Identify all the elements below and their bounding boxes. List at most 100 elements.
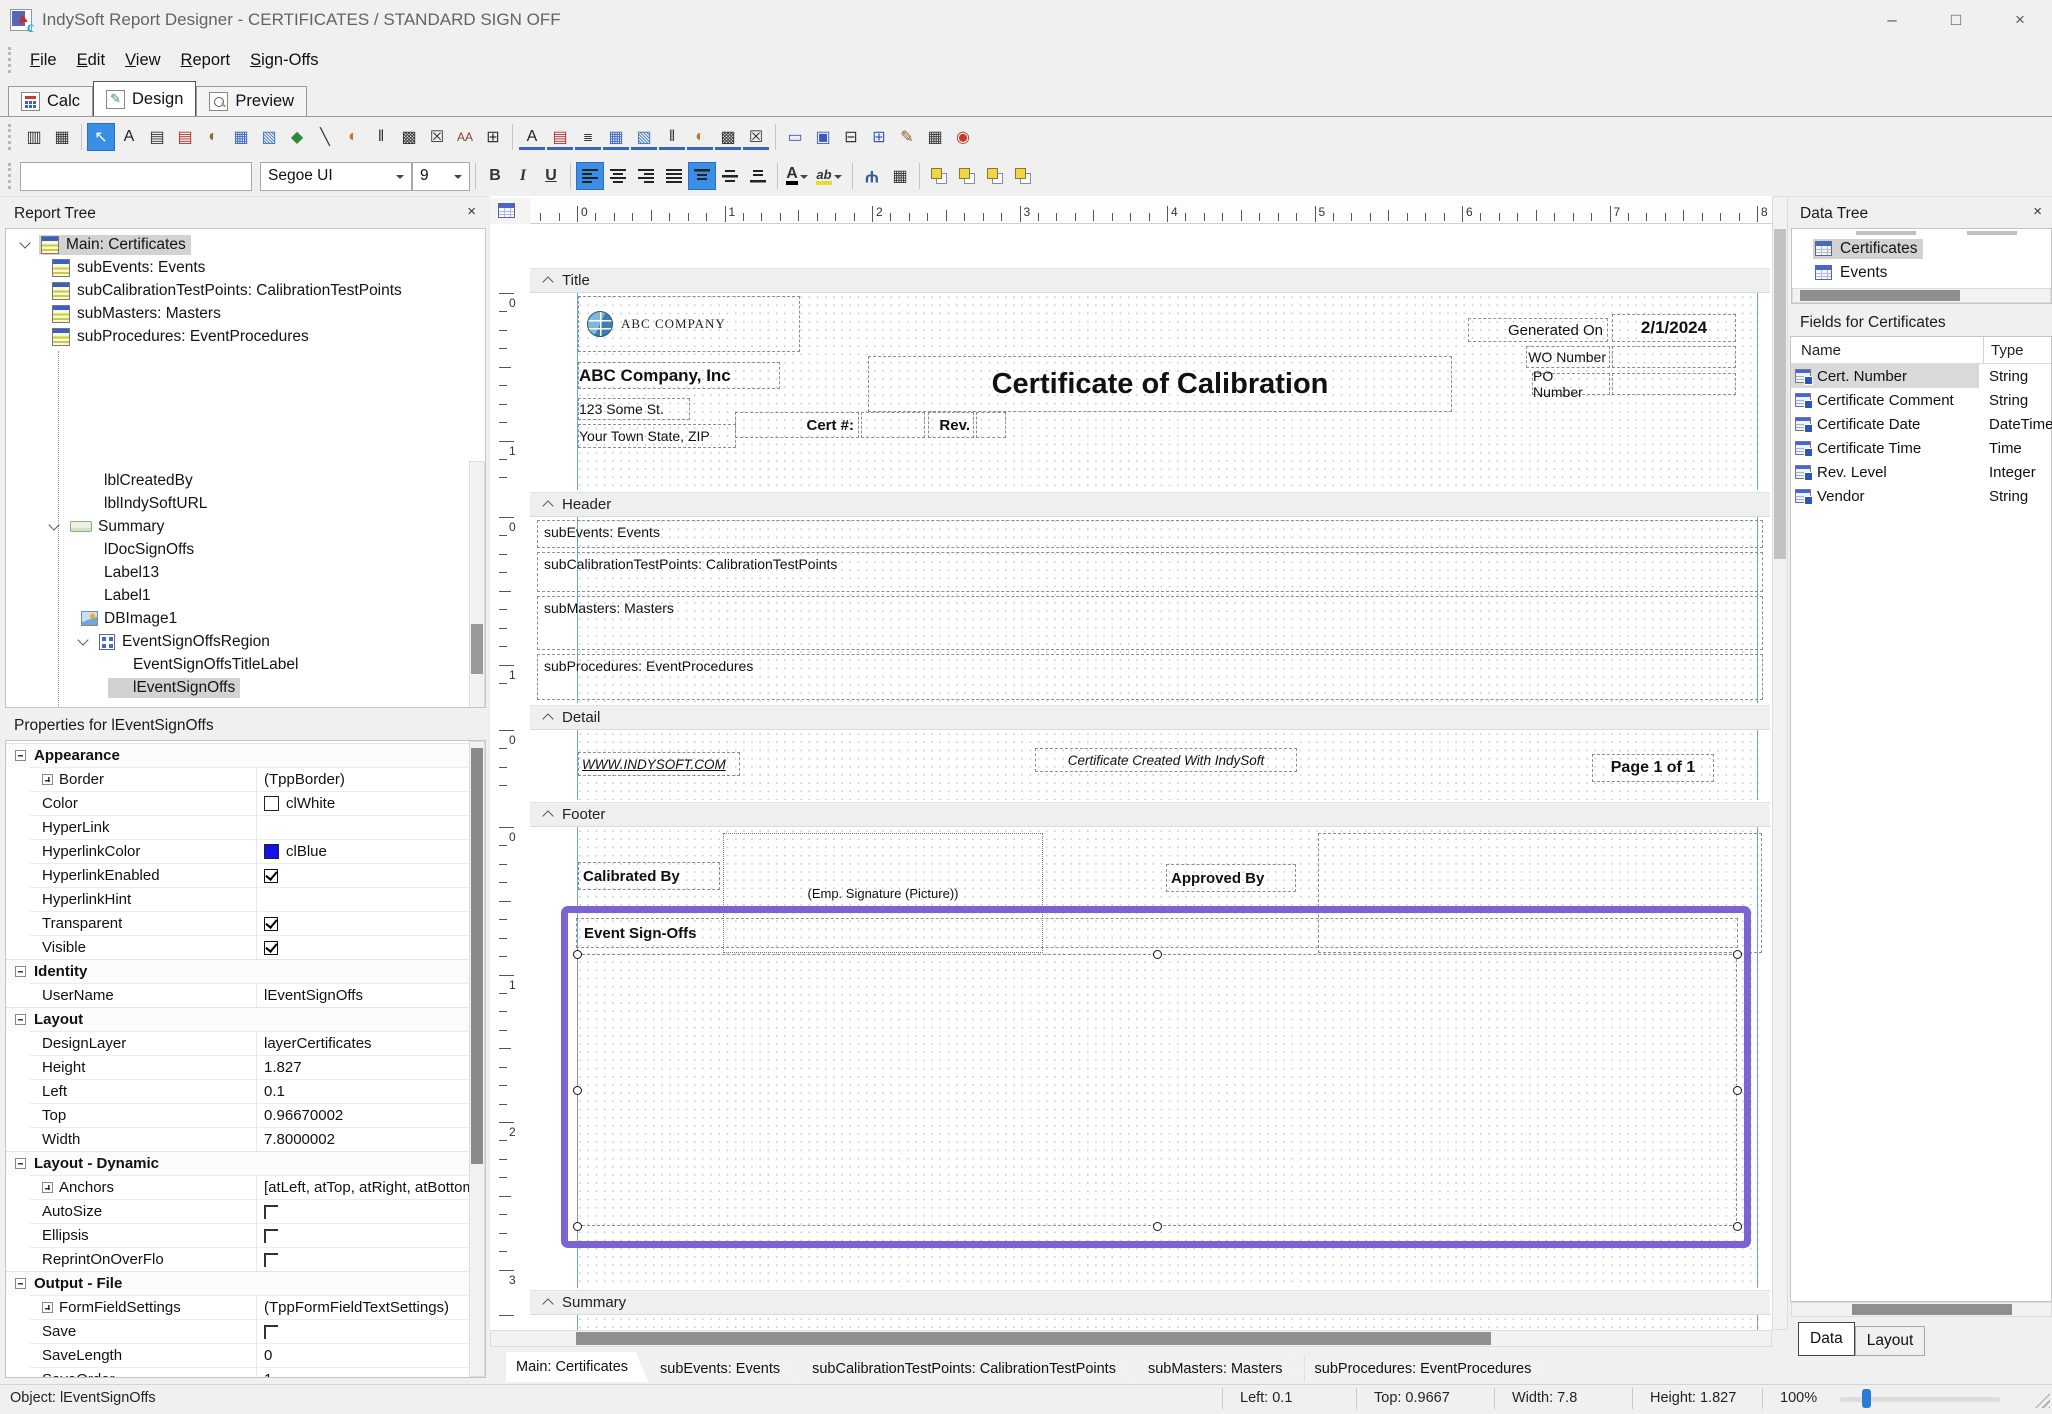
field-row-vendor[interactable]: VendorString	[1791, 484, 2051, 508]
fields-hscrollbar[interactable]	[1791, 1302, 2052, 1317]
checkbox-unchecked-icon[interactable]	[264, 1205, 278, 1219]
report-tree-scrollbar[interactable]	[469, 461, 485, 708]
selection-handle[interactable]	[573, 1222, 582, 1231]
data-tree-item-certificates[interactable]: Certificates	[1793, 237, 1923, 260]
band-content-title[interactable]: ABC COMPANYGenerated On2/1/2024ABC Compa…	[530, 293, 1770, 490]
property-row-anchors[interactable]: Anchors[atLeft, atTop, atRight, atBottom…	[30, 1175, 469, 1199]
tree-item-dbimage1[interactable]: DBImage1	[7, 607, 182, 630]
menu-item-view[interactable]: View	[115, 47, 170, 74]
cert-number-field[interactable]	[861, 412, 925, 438]
page-tab-subevents-events[interactable]: subEvents: Events	[650, 1356, 800, 1382]
tree-item-summary[interactable]: Summary	[7, 515, 169, 538]
property-group-appearance[interactable]: Appearance	[6, 743, 469, 767]
tab-layout[interactable]: Layout	[1855, 1326, 1926, 1356]
tree-item-submasters-masters[interactable]: subMasters: Masters	[7, 302, 226, 325]
property-row-width[interactable]: Width7.8000002	[30, 1127, 469, 1151]
event-signoffs-title[interactable]: Event Sign-Offs	[576, 918, 1738, 948]
property-group-identity[interactable]: Identity	[6, 959, 469, 983]
expand-icon[interactable]	[42, 774, 53, 785]
band-content-detail[interactable]: WWW.INDYSOFT.COMCertificate Created With…	[530, 730, 1770, 800]
band-content-header[interactable]: subEvents: EventssubCalibrationTestPoint…	[530, 517, 1770, 703]
close-button[interactable]: ×	[1988, 0, 2052, 40]
crosstab-tool-icon[interactable]: ⊞	[865, 123, 893, 151]
borders-button[interactable]: ▦	[886, 162, 914, 190]
select-tool-icon[interactable]: ↖	[87, 123, 115, 151]
design-canvas[interactable]: 012345678 TitleABC COMPANYGenerated On2/…	[490, 196, 1772, 1330]
property-row-saveorder[interactable]: SaveOrder1	[30, 1367, 469, 1378]
selection-handle[interactable]	[1153, 950, 1162, 959]
image-tool-icon[interactable]: ▧	[255, 123, 283, 151]
tab-preview[interactable]: Preview	[196, 86, 307, 116]
valign-middle-button[interactable]	[716, 162, 744, 190]
property-value[interactable]: layerCertificates	[256, 1032, 469, 1055]
subreport-tool-icon[interactable]: ▣	[809, 123, 837, 151]
generated-on-label[interactable]: Generated On	[1468, 318, 1608, 342]
tree-item-subevents-events[interactable]: subEvents: Events	[7, 256, 210, 279]
property-value[interactable]: [atLeft, atTop, atRight, atBottom]	[256, 1176, 469, 1199]
anchors-button[interactable]: Ψ	[858, 162, 886, 190]
canvas-horizontal-scrollbar[interactable]	[490, 1330, 1772, 1347]
property-row-savelength[interactable]: SaveLength0	[30, 1343, 469, 1367]
expand-icon[interactable]	[42, 1302, 53, 1313]
font-name-combo[interactable]: Segoe UI	[260, 162, 412, 191]
property-value[interactable]	[256, 1224, 469, 1247]
company-name[interactable]: ABC Company, Inc	[578, 362, 780, 389]
bold-button[interactable]: B	[481, 162, 509, 190]
tab-design[interactable]: ✎ Design	[93, 81, 196, 116]
field-row-rev-level[interactable]: Rev. LevelInteger	[1791, 460, 2051, 484]
property-row-left[interactable]: Left0.1	[30, 1079, 469, 1103]
selection-handle[interactable]	[1733, 1222, 1742, 1231]
event-signoffs-label[interactable]	[577, 954, 1737, 1226]
report-bands-icon[interactable]: ▥	[20, 123, 48, 151]
property-value[interactable]: clWhite	[256, 792, 469, 815]
maximize-button[interactable]: □	[1924, 0, 1988, 40]
property-row-visible[interactable]: Visible	[30, 935, 469, 959]
style-combo[interactable]	[20, 162, 252, 191]
selection-handle[interactable]	[1733, 950, 1742, 959]
label-tool-icon[interactable]: A	[115, 123, 143, 151]
align-left-button[interactable]	[576, 162, 604, 190]
property-row-hyperlinkcolor[interactable]: HyperlinkColorclBlue	[30, 839, 469, 863]
collapse-band-icon[interactable]	[542, 713, 553, 724]
bring-forward-button[interactable]	[981, 162, 1009, 190]
certificate-title[interactable]: Certificate of Calibration	[868, 356, 1452, 412]
highlight-color-button[interactable]: ab	[811, 162, 847, 190]
company-logo[interactable]: ABC COMPANY	[578, 296, 800, 352]
page-tab-main-certificates[interactable]: Main: Certificates	[506, 1352, 648, 1382]
property-value[interactable]: 7.8000002	[256, 1128, 469, 1151]
po-number-label[interactable]: PO Number	[1532, 373, 1610, 395]
db-richtext-tool-icon[interactable]: ≣	[574, 123, 602, 151]
pagebreak-tool-icon[interactable]: ⊟	[837, 123, 865, 151]
subreport-0[interactable]: subEvents: Events	[537, 520, 1763, 548]
property-group-output-file[interactable]: Output - File	[6, 1271, 469, 1295]
tab-data[interactable]: Data	[1798, 1322, 1855, 1356]
valign-top-button[interactable]	[688, 162, 716, 190]
collapse-band-icon[interactable]	[542, 276, 553, 287]
field-row-certificate-date[interactable]: Certificate DateDateTime	[1791, 412, 2051, 436]
page-count-label[interactable]: Page 1 of 1	[1592, 754, 1714, 782]
property-row-color[interactable]: ColorclWhite	[30, 791, 469, 815]
menu-item-edit[interactable]: Edit	[67, 47, 115, 74]
property-value[interactable]: clBlue	[256, 840, 469, 863]
tree-item-ldocsignoffs[interactable]: lDocSignOffs	[7, 538, 199, 561]
checkbox-unchecked-icon[interactable]	[264, 1229, 278, 1243]
page-tab-subprocedures-eventprocedures[interactable]: subProcedures: EventProcedures	[1305, 1356, 1552, 1382]
rev-field[interactable]	[976, 412, 1006, 438]
property-row-formfieldsettings[interactable]: FormFieldSettings(TppFormFieldTextSettin…	[30, 1295, 469, 1319]
align-right-button[interactable]	[632, 162, 660, 190]
collapse-icon[interactable]	[15, 1158, 26, 1169]
selection-handle[interactable]	[1153, 1222, 1162, 1231]
checkbox-tool-icon[interactable]: ☒	[423, 123, 451, 151]
tree-item-main-certificates[interactable]: Main: Certificates	[7, 233, 191, 256]
property-value[interactable]: lEventSignOffs	[256, 984, 469, 1007]
band-content-footer[interactable]: Calibrated By(Emp. Signature (Picture))A…	[530, 827, 1770, 1288]
minimize-button[interactable]: –	[1860, 0, 1924, 40]
region-tool-icon[interactable]: ▭	[781, 123, 809, 151]
font-size-combo[interactable]: 9	[412, 162, 470, 191]
property-value[interactable]	[256, 816, 469, 839]
band-header-footer[interactable]: Footer	[530, 802, 1770, 827]
indysoft-url[interactable]: WWW.INDYSOFT.COM	[578, 752, 740, 776]
grid-tool-icon[interactable]: ▦	[921, 123, 949, 151]
page-tab-submasters-masters[interactable]: subMasters: Masters	[1138, 1356, 1303, 1382]
collapse-icon[interactable]	[15, 966, 26, 977]
